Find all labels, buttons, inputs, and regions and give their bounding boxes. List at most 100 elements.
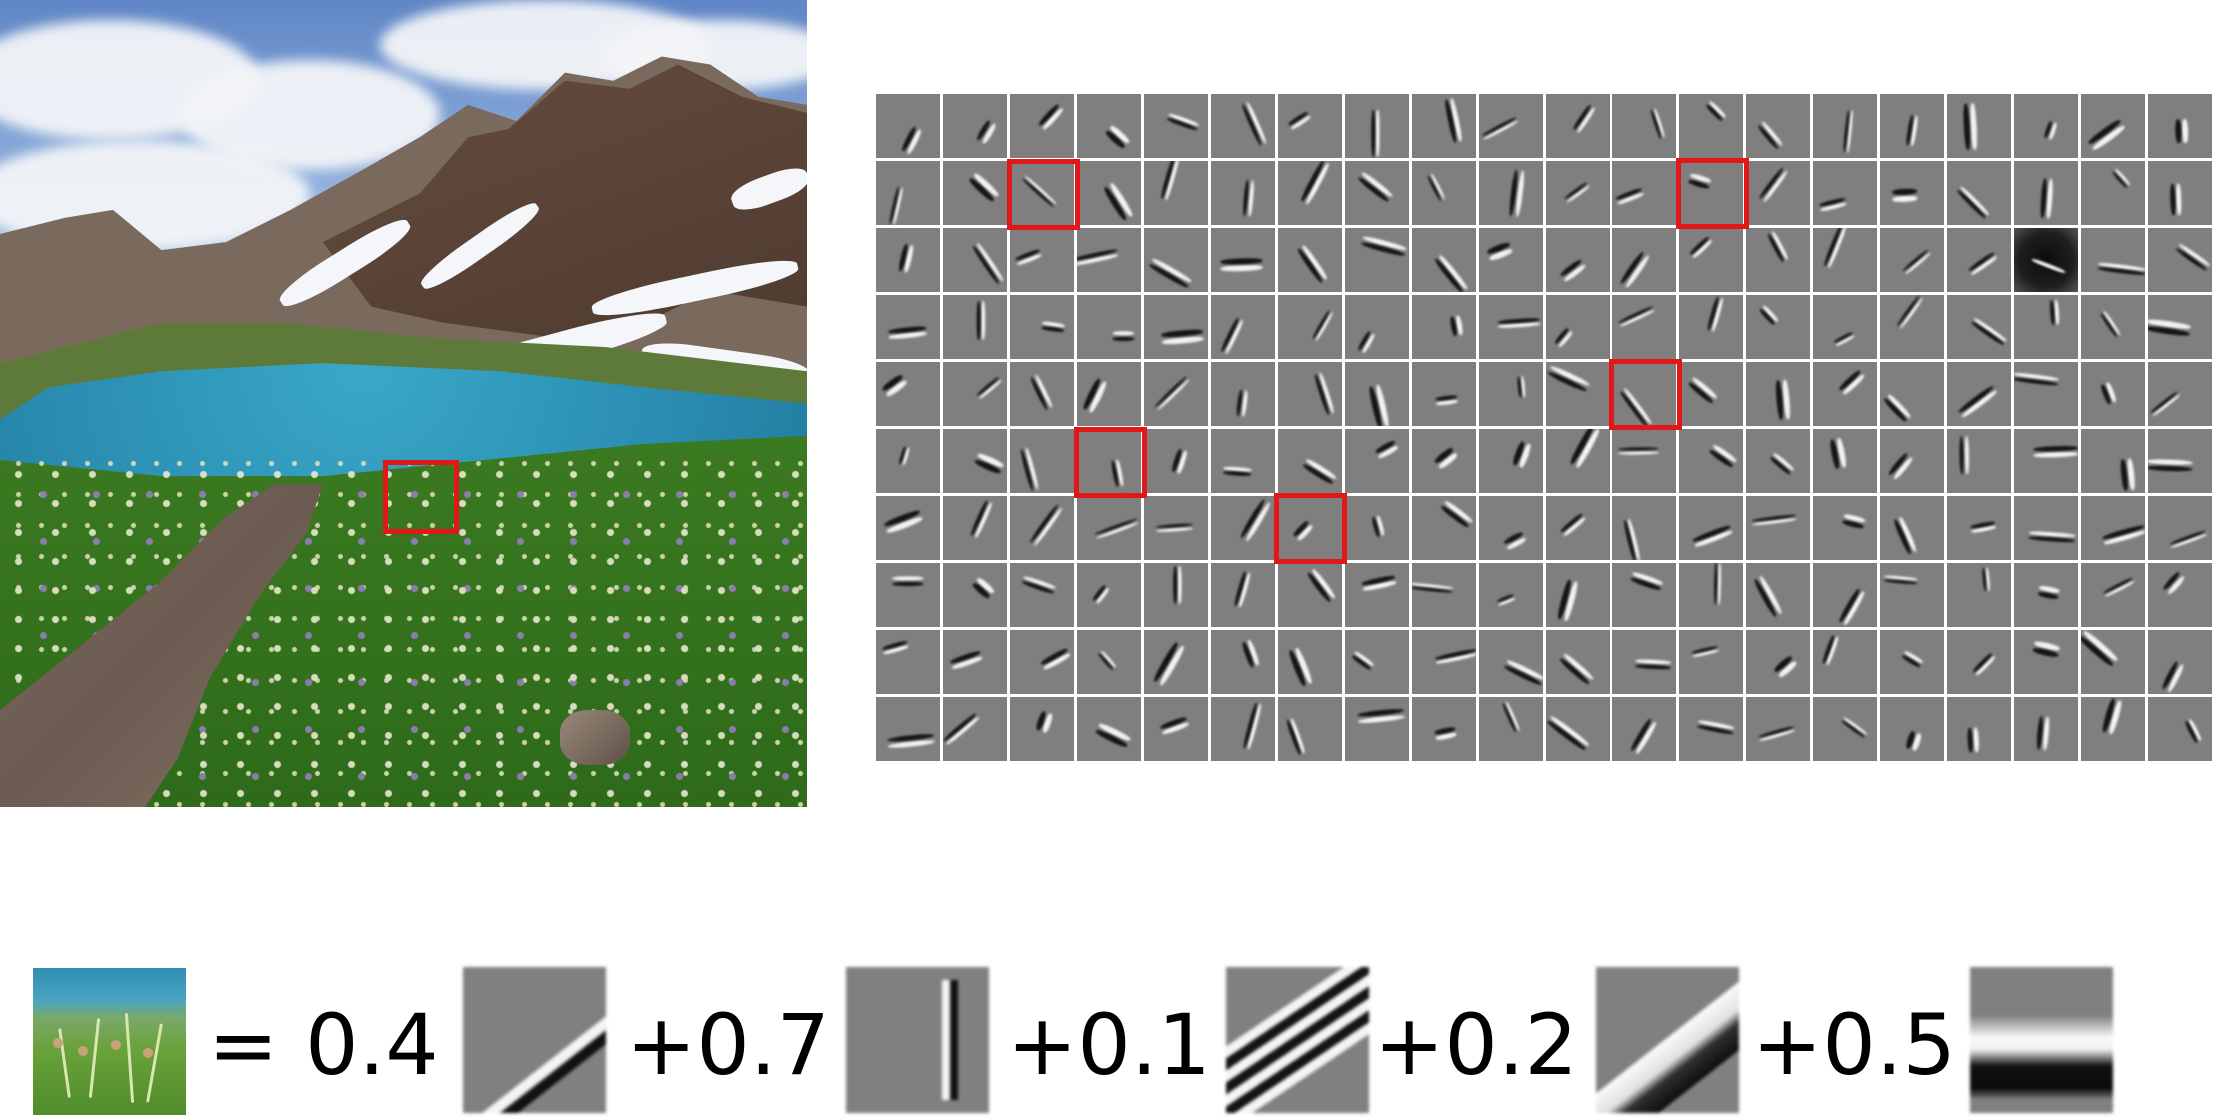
filter-cell	[1345, 496, 1409, 560]
filter-cell	[2014, 295, 2078, 359]
filter-cell	[1345, 161, 1409, 225]
filter-cell	[1010, 563, 1074, 627]
filter-cell	[2014, 362, 2078, 426]
filter-cell	[1278, 94, 1342, 158]
filter-cell	[1412, 161, 1476, 225]
filter-cell	[1546, 295, 1610, 359]
filter-cell	[1077, 161, 1141, 225]
filter-cell	[1479, 630, 1543, 694]
filter-cell	[1077, 697, 1141, 761]
filter-cell	[1479, 429, 1543, 493]
filter-cell	[943, 563, 1007, 627]
filter-cell	[1947, 630, 2011, 694]
filter-cell	[1746, 228, 1810, 292]
filter-cell	[2081, 161, 2145, 225]
filter-cell	[943, 94, 1007, 158]
filter-cell	[1144, 228, 1208, 292]
filter-cell	[1947, 295, 2011, 359]
filter-cell	[1947, 429, 2011, 493]
term-2: +0.1	[1007, 996, 1211, 1094]
filter-cell	[876, 94, 940, 158]
filter-cell	[1947, 563, 2011, 627]
filter-cell	[1880, 94, 1944, 158]
filter-cell	[876, 630, 940, 694]
filter-cell	[2081, 496, 2145, 560]
filter-cell	[1679, 429, 1743, 493]
filter-cell	[2148, 630, 2212, 694]
filter-cell	[1746, 161, 1810, 225]
filter-cell	[1345, 429, 1409, 493]
filter-cell	[1077, 496, 1141, 560]
selected-patch-highlight	[383, 460, 459, 534]
landscape-photo	[0, 0, 807, 807]
filter-cell	[2014, 429, 2078, 493]
filter-cell	[1746, 496, 1810, 560]
filter-cell	[876, 697, 940, 761]
filter-cell	[1278, 228, 1342, 292]
filter-cell	[2014, 161, 2078, 225]
term-3: +0.2	[1374, 996, 1578, 1094]
filter-cell	[943, 630, 1007, 694]
filter-cell	[943, 496, 1007, 560]
filter-cell	[1479, 496, 1543, 560]
filter-cell	[943, 228, 1007, 292]
filter-cell	[876, 295, 940, 359]
filter-cell	[1010, 697, 1074, 761]
basis-filter-2	[846, 967, 989, 1113]
filter-cell	[2014, 697, 2078, 761]
filter-cell	[1010, 429, 1074, 493]
filter-cell	[2148, 563, 2212, 627]
filter-cell	[2148, 429, 2212, 493]
filter-cell	[2148, 295, 2212, 359]
filter-cell	[1479, 295, 1543, 359]
filter-highlight-2	[1074, 427, 1147, 498]
filter-cell	[2081, 228, 2145, 292]
filter-cell	[2014, 563, 2078, 627]
term-4: +0.5	[1752, 996, 1956, 1094]
filter-cell	[2081, 630, 2145, 694]
filter-cell	[1211, 697, 1275, 761]
filter-cell	[876, 228, 940, 292]
filter-cell	[1679, 295, 1743, 359]
filter-cell	[1144, 697, 1208, 761]
filter-cell	[1412, 630, 1476, 694]
filter-cell	[1880, 161, 1944, 225]
filter-cell	[1947, 161, 2011, 225]
filter-cell	[876, 496, 940, 560]
filter-cell	[943, 161, 1007, 225]
filter-cell	[1679, 362, 1743, 426]
filter-cell	[876, 563, 940, 627]
filter-cell	[2148, 362, 2212, 426]
filter-cell	[2081, 362, 2145, 426]
filter-cell	[1010, 94, 1074, 158]
filter-cell	[2081, 429, 2145, 493]
filter-cell	[1813, 630, 1877, 694]
filter-cell	[1813, 228, 1877, 292]
filter-cell	[1010, 496, 1074, 560]
filter-cell	[1278, 563, 1342, 627]
filter-cell	[1746, 697, 1810, 761]
filter-cell	[1412, 563, 1476, 627]
basis-filter-4	[1596, 967, 1739, 1113]
filter-cell	[1479, 161, 1543, 225]
filter-cell	[1345, 697, 1409, 761]
filter-cell	[1211, 161, 1275, 225]
filter-cell	[1880, 563, 1944, 627]
filter-cell	[943, 295, 1007, 359]
filter-cell	[1010, 630, 1074, 694]
filter-cell	[943, 697, 1007, 761]
filter-cell	[1679, 94, 1743, 158]
filter-cell	[1412, 362, 1476, 426]
filter-cell	[1746, 563, 1810, 627]
filter-cell	[1813, 161, 1877, 225]
filter-cell	[1612, 94, 1676, 158]
filter-cell	[1345, 94, 1409, 158]
filter-cell	[943, 429, 1007, 493]
filter-cell	[1813, 362, 1877, 426]
filter-cell	[1077, 94, 1141, 158]
filter-cell	[1144, 429, 1208, 493]
filter-cell	[1144, 563, 1208, 627]
filter-cell	[1144, 161, 1208, 225]
filter-cell	[1679, 228, 1743, 292]
filter-cell	[1479, 228, 1543, 292]
